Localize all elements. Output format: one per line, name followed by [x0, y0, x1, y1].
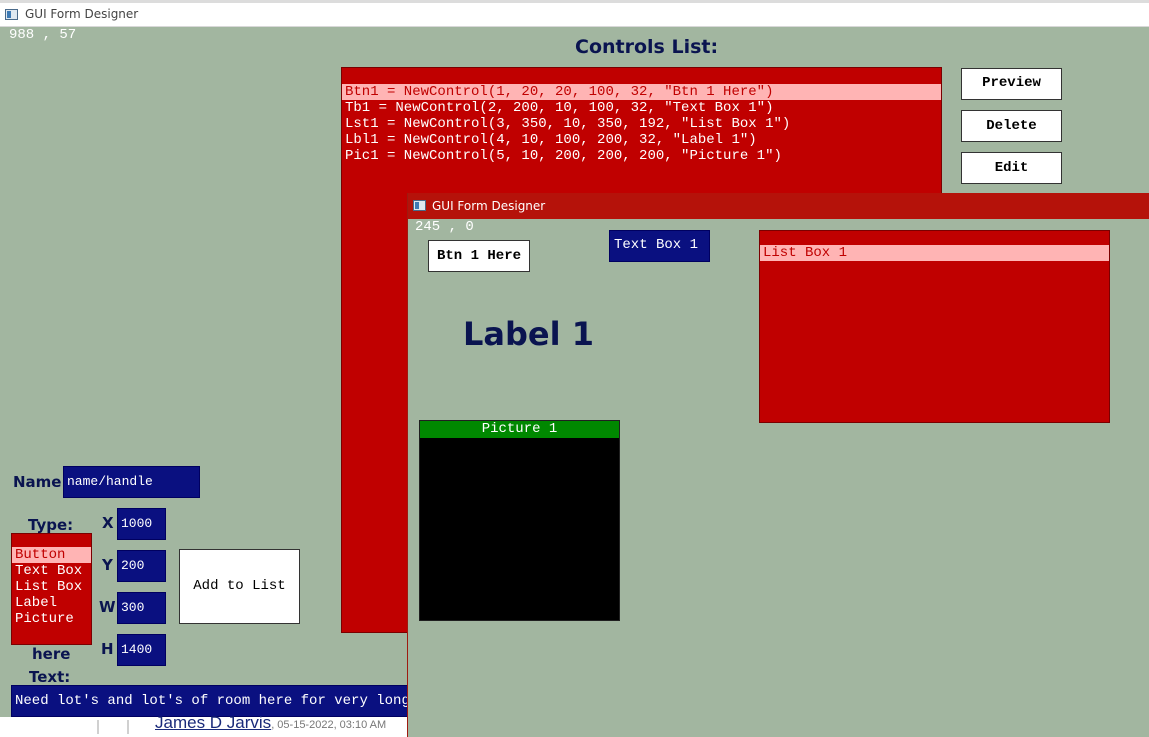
- preview-sample-listbox[interactable]: List Box 1: [759, 230, 1110, 423]
- type-option-list-box[interactable]: List Box: [12, 579, 91, 595]
- preview-button[interactable]: Preview: [961, 68, 1062, 100]
- type-option-picture[interactable]: Picture: [12, 611, 91, 627]
- w-input[interactable]: 300: [117, 592, 166, 624]
- preview-listbox-item[interactable]: List Box 1: [760, 245, 1109, 261]
- x-label: X: [102, 514, 114, 532]
- text-label: Text:: [29, 668, 71, 686]
- name-input[interactable]: name/handle: [63, 466, 200, 498]
- y-input[interactable]: 200: [117, 550, 166, 582]
- type-listbox[interactable]: Button Text Box List Box Label Picture: [11, 533, 92, 645]
- controls-list-item[interactable]: Lbl1 = NewControl(4, 10, 100, 200, 32, "…: [342, 132, 941, 148]
- picture-title-bar: Picture 1: [420, 421, 619, 438]
- preview-sample-picture[interactable]: Picture 1: [419, 420, 620, 621]
- controls-list-item[interactable]: Btn1 = NewControl(1, 20, 20, 100, 32, "B…: [342, 84, 941, 100]
- post-date: , 05-15-2022, 03:10 AM: [271, 719, 387, 731]
- mouse-coords-readout: 988 , 57: [9, 27, 77, 43]
- h-input[interactable]: 1400: [117, 634, 166, 666]
- controls-list-item[interactable]: Tb1 = NewControl(2, 200, 10, 100, 32, "T…: [342, 100, 941, 116]
- background-divider: [97, 720, 99, 734]
- preview-sample-button[interactable]: Btn 1 Here: [428, 240, 530, 272]
- preview-mouse-coords: 245 , 0: [415, 219, 474, 235]
- controls-list-title: Controls List:: [575, 36, 719, 58]
- w-label: W: [99, 598, 116, 616]
- main-window-title: GUI Form Designer: [25, 7, 139, 21]
- y-label: Y: [102, 556, 113, 574]
- author-link[interactable]: James D Jarvis: [155, 713, 271, 732]
- preview-sample-textbox[interactable]: Text Box 1: [609, 230, 710, 262]
- type-option-label[interactable]: Label: [12, 595, 91, 611]
- background-divider: [127, 720, 129, 734]
- type-label: Type:: [28, 516, 74, 534]
- main-titlebar[interactable]: GUI Form Designer: [0, 3, 1149, 27]
- x-input[interactable]: 1000: [117, 508, 166, 540]
- type-option-button[interactable]: Button: [12, 547, 91, 563]
- h-label: H: [101, 640, 114, 658]
- preview-window: GUI Form Designer 245 , 0 Btn 1 Here Tex…: [407, 193, 1149, 737]
- preview-sample-label: Label 1: [463, 315, 594, 353]
- edit-button[interactable]: Edit: [961, 152, 1062, 184]
- add-to-list-button[interactable]: Add to List: [179, 549, 300, 624]
- type-option-text-box[interactable]: Text Box: [12, 563, 91, 579]
- here-label: here: [32, 645, 71, 663]
- preview-window-title: GUI Form Designer: [432, 199, 546, 213]
- controls-list-item[interactable]: Pic1 = NewControl(5, 10, 200, 200, 200, …: [342, 148, 941, 164]
- name-label: Name: [13, 473, 62, 491]
- controls-list-item[interactable]: Lst1 = NewControl(3, 350, 10, 350, 192, …: [342, 116, 941, 132]
- app-window-icon: [5, 9, 18, 20]
- preview-titlebar[interactable]: GUI Form Designer: [408, 193, 1149, 219]
- app-window-icon: [413, 200, 426, 211]
- delete-button[interactable]: Delete: [961, 110, 1062, 142]
- background-post-author[interactable]: James D Jarvis, 05-15-2022, 03:10 AM: [155, 713, 386, 733]
